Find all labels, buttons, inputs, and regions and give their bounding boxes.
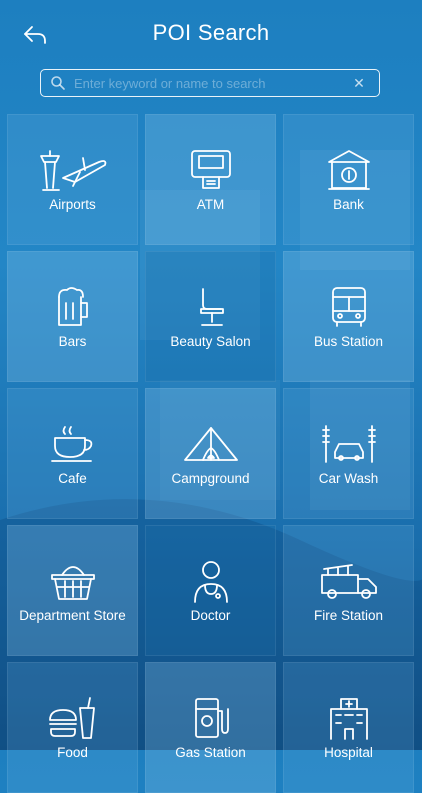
category-label: Bank bbox=[333, 197, 364, 212]
search-input[interactable] bbox=[74, 75, 347, 91]
category-tile-car-wash[interactable]: Car Wash bbox=[283, 388, 414, 519]
airport-icon bbox=[39, 150, 106, 191]
category-tile-beauty-salon[interactable]: Beauty Salon bbox=[145, 251, 276, 382]
category-tile-campground[interactable]: Campground bbox=[145, 388, 276, 519]
category-tile-bank[interactable]: Bank bbox=[283, 114, 414, 245]
category-tile-department-store[interactable]: Department Store bbox=[7, 525, 138, 656]
bus-icon bbox=[331, 287, 366, 327]
category-tile-airports[interactable]: Airports bbox=[7, 114, 138, 245]
category-label: ATM bbox=[196, 197, 225, 212]
page-title: POI Search bbox=[152, 20, 270, 45]
category-tile-bars[interactable]: Bars bbox=[7, 251, 138, 382]
category-label: Cafe bbox=[58, 471, 87, 486]
clear-search-button[interactable]: ✕ bbox=[347, 75, 371, 92]
category-label: Beauty Salon bbox=[170, 334, 251, 349]
category-tile-food[interactable]: Food bbox=[7, 662, 138, 793]
category-label: Hospital bbox=[324, 745, 373, 760]
hospital-icon bbox=[329, 698, 368, 740]
category-tile-bus-station[interactable]: Bus Station bbox=[283, 251, 414, 382]
category-label: Car Wash bbox=[318, 471, 379, 486]
gas-pump-icon bbox=[194, 698, 229, 738]
salon-chair-icon bbox=[199, 288, 224, 326]
category-tile-fire-station[interactable]: Fire Station bbox=[283, 525, 414, 656]
category-label: Fire Station bbox=[313, 608, 384, 623]
category-label: Doctor bbox=[190, 608, 231, 623]
category-label: Gas Station bbox=[175, 745, 246, 760]
category-tile-hospital[interactable]: Hospital bbox=[283, 662, 414, 793]
basket-icon bbox=[50, 566, 95, 600]
doctor-icon bbox=[193, 561, 228, 603]
search-icon bbox=[51, 76, 65, 90]
category-tile-doctor[interactable]: Doctor bbox=[145, 525, 276, 656]
car-wash-icon bbox=[321, 425, 376, 463]
fire-truck-icon bbox=[320, 564, 377, 599]
atm-icon bbox=[190, 150, 231, 189]
category-label: Airports bbox=[49, 197, 96, 212]
category-tile-cafe[interactable]: Cafe bbox=[7, 388, 138, 519]
beer-mug-icon bbox=[57, 287, 88, 326]
category-label: Department Store bbox=[19, 608, 126, 623]
search-bar: ✕ bbox=[40, 69, 380, 97]
category-label: Bus Station bbox=[313, 334, 384, 349]
close-icon: ✕ bbox=[353, 74, 365, 91]
category-tile-gas-station[interactable]: Gas Station bbox=[145, 662, 276, 793]
category-label: Bars bbox=[58, 334, 87, 349]
header-bar: POI Search bbox=[0, 0, 422, 66]
category-tile-atm[interactable]: ATM bbox=[145, 114, 276, 245]
category-grid: Airports ATM Bank Bars Beauty Salon Bus … bbox=[7, 114, 415, 793]
tent-icon bbox=[183, 427, 238, 461]
burger-drink-icon bbox=[48, 697, 95, 739]
bank-icon bbox=[327, 150, 370, 190]
category-label: Food bbox=[57, 745, 88, 760]
category-label: Campground bbox=[171, 471, 250, 486]
coffee-cup-icon bbox=[50, 426, 92, 462]
